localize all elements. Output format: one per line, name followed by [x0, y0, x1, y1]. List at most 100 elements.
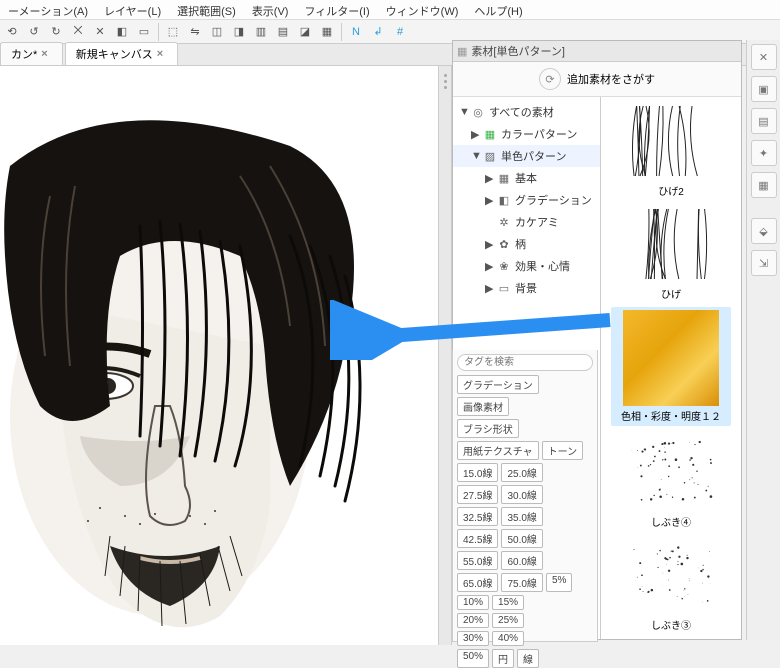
disclosure-triangle-icon[interactable]: ▶: [485, 172, 493, 185]
menu-item[interactable]: 選択範囲(S): [169, 2, 244, 17]
tool-icon[interactable]: ↺: [24, 22, 44, 42]
tool-icon[interactable]: ⟲: [2, 22, 22, 42]
rail-export-icon[interactable]: ⇲: [751, 250, 777, 276]
filter-tag[interactable]: 線: [517, 649, 539, 668]
filter-tag[interactable]: 20%: [457, 613, 489, 628]
filter-tag[interactable]: 42.5線: [457, 529, 498, 548]
tree-item[interactable]: ▶✿柄: [453, 233, 600, 255]
filter-tag[interactable]: 30%: [457, 631, 489, 646]
filter-tag[interactable]: 10%: [457, 595, 489, 610]
disclosure-triangle-icon[interactable]: ▼: [471, 150, 479, 162]
rail-close-icon[interactable]: ✕: [751, 44, 777, 70]
filter-tag[interactable]: 5%: [546, 573, 572, 592]
filter-tag[interactable]: グラデーション: [457, 375, 539, 394]
rail-save-icon[interactable]: ⬙: [751, 218, 777, 244]
tree-item[interactable]: ▶▦カラーパターン: [453, 123, 600, 145]
disclosure-triangle-icon[interactable]: ▶: [485, 282, 493, 295]
material-thumbnail[interactable]: しぶき④: [611, 432, 731, 529]
tag-search-input[interactable]: [457, 354, 593, 371]
tree-item[interactable]: ▶◧グラデーション: [453, 189, 600, 211]
filter-tag[interactable]: 15.0線: [457, 463, 498, 482]
tool-icon[interactable]: ◧: [112, 22, 132, 42]
menu-item[interactable]: フィルター(I): [296, 2, 377, 17]
filter-tag[interactable]: 75.0線: [501, 573, 542, 592]
tool-icon[interactable]: ✕: [90, 22, 110, 42]
tab-label: カン*: [11, 46, 37, 62]
filter-tag[interactable]: 25.0線: [501, 463, 542, 482]
tree-item[interactable]: ▼◎すべての素材: [453, 101, 600, 123]
disclosure-triangle-icon[interactable]: ▶: [485, 194, 493, 207]
close-icon[interactable]: ×: [41, 48, 47, 60]
disclosure-triangle-icon[interactable]: ▶: [471, 128, 479, 141]
menu-item[interactable]: ヘルプ(H): [466, 2, 530, 17]
filter-tag[interactable]: 画像素材: [457, 397, 509, 416]
menu-item[interactable]: レイヤー(L): [96, 2, 169, 17]
tree-label: 柄: [515, 236, 526, 252]
flip-h-icon[interactable]: ⇋: [185, 22, 205, 42]
filter-tag[interactable]: 40%: [492, 631, 524, 646]
filter-tag[interactable]: 用紙テクスチャ: [457, 441, 539, 460]
material-thumbnail[interactable]: しぶき③: [611, 535, 731, 632]
transform-icon[interactable]: ◫: [207, 22, 227, 42]
material-thumbnail[interactable]: ひげ: [611, 204, 731, 301]
material-thumbnail[interactable]: 色相・彩度・明度１２: [611, 307, 731, 426]
tree-item[interactable]: ✲カケアミ: [453, 211, 600, 233]
tree-item[interactable]: ▼▨単色パターン: [453, 145, 600, 167]
rail-image-icon[interactable]: ▦: [751, 172, 777, 198]
tool-icon[interactable]: ◪: [295, 22, 315, 42]
tool-icon[interactable]: ▭: [134, 22, 154, 42]
snap-icon[interactable]: N: [346, 22, 366, 42]
filter-tag[interactable]: 30.0線: [501, 485, 542, 504]
disclosure-triangle-icon[interactable]: ▶: [485, 238, 493, 251]
menu-item[interactable]: ーメーション(A): [0, 2, 96, 17]
document-tab[interactable]: 新規キャンバス×: [65, 42, 178, 65]
tree-label: 背景: [515, 280, 537, 296]
pane-splitter[interactable]: [438, 66, 452, 645]
menu-item[interactable]: 表示(V): [244, 2, 297, 17]
filter-tag[interactable]: 25%: [492, 613, 524, 628]
filter-tag[interactable]: 円: [492, 649, 514, 668]
rail-paste-icon[interactable]: ▤: [751, 108, 777, 134]
filter-tag[interactable]: 50.0線: [501, 529, 542, 548]
menu-item[interactable]: ウィンドウ(W): [378, 2, 467, 17]
thumbnail-preview: [621, 204, 721, 284]
folder-icon: ▦: [483, 127, 497, 141]
filter-tag[interactable]: トーン: [542, 441, 584, 460]
filter-tag[interactable]: 60.0線: [501, 551, 542, 570]
tree-item[interactable]: ▶▦基本: [453, 167, 600, 189]
tool-icon[interactable]: ↻: [46, 22, 66, 42]
tool-icon[interactable]: ▤: [273, 22, 293, 42]
tool-icon[interactable]: ⨉: [68, 22, 88, 42]
filter-tag[interactable]: 15%: [492, 595, 524, 610]
folder-icon: ✲: [497, 215, 511, 229]
filter-tag[interactable]: ブラシ形状: [457, 419, 519, 438]
tree-label: グラデーション: [515, 192, 592, 208]
material-thumbnail[interactable]: ひげ2: [611, 101, 731, 198]
snap-icon[interactable]: #: [390, 22, 410, 42]
tool-icon[interactable]: ▥: [251, 22, 271, 42]
rail-sparkle-icon[interactable]: ✦: [751, 140, 777, 166]
filter-tag[interactable]: 55.0線: [457, 551, 498, 570]
close-icon[interactable]: ×: [157, 48, 163, 60]
disclosure-triangle-icon[interactable]: ▼: [459, 106, 467, 118]
palette-titlebar[interactable]: ▦ 素材[単色パターン]: [453, 41, 741, 62]
filter-tag[interactable]: 65.0線: [457, 573, 498, 592]
tree-item[interactable]: ▶❀効果・心情: [453, 255, 600, 277]
snap-icon[interactable]: ↲: [368, 22, 388, 42]
filter-tag[interactable]: 50%: [457, 649, 489, 668]
tool-icon[interactable]: ◨: [229, 22, 249, 42]
tree-item[interactable]: ▶▭背景: [453, 277, 600, 299]
filter-tag[interactable]: 32.5線: [457, 507, 498, 526]
document-tab[interactable]: カン* ×: [0, 42, 63, 65]
add-materials-label: 追加素材をさがす: [567, 71, 655, 87]
palette-title: 素材[単色パターン]: [471, 43, 737, 59]
rail-folder-icon[interactable]: ▣: [751, 76, 777, 102]
disclosure-triangle-icon[interactable]: ▶: [485, 260, 493, 273]
folder-icon: ▨: [483, 149, 497, 163]
canvas-area[interactable]: [0, 66, 438, 645]
add-materials-button[interactable]: ⟳ 追加素材をさがす: [453, 62, 741, 97]
tool-icon[interactable]: ▦: [317, 22, 337, 42]
crop-icon[interactable]: ⬚: [163, 22, 183, 42]
filter-tag[interactable]: 35.0線: [501, 507, 542, 526]
filter-tag[interactable]: 27.5線: [457, 485, 498, 504]
